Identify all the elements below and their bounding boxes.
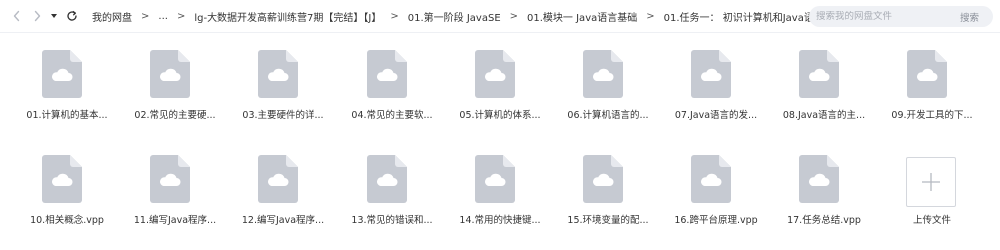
file-name: 05.计算机的体系...	[459, 110, 541, 121]
file-name: 03.主要硬件的详...	[242, 110, 324, 121]
file-item[interactable]: 14.常用的快捷键...	[450, 138, 550, 226]
breadcrumb-item-my-drive[interactable]: 我的网盘	[92, 9, 132, 24]
breadcrumb-item-module[interactable]: 01.模块一 Java语言基础	[527, 9, 637, 24]
file-name: 11.编写Java程序...	[133, 215, 217, 226]
breadcrumb-separator: >	[390, 10, 399, 22]
file-item[interactable]: 16.跨平台原理.vpp	[666, 138, 766, 226]
breadcrumb-separator: >	[646, 10, 655, 22]
cloud-file-icon	[367, 50, 407, 98]
cloud-file-icon	[42, 50, 82, 98]
file-name: 08.Java语言的主...	[782, 110, 866, 121]
cloud-file-icon	[799, 155, 839, 203]
file-name: 14.常用的快捷键...	[459, 215, 541, 226]
plus-icon	[922, 173, 940, 191]
file-item[interactable]: 13.常见的错误和...	[342, 138, 442, 226]
file-item[interactable]: 17.任务总结.vpp	[774, 138, 874, 226]
search-input[interactable]	[816, 11, 946, 22]
chevron-left-icon	[13, 10, 20, 22]
file-name: 12.编写Java程序...	[241, 215, 325, 226]
file-name: 06.计算机语言的...	[567, 110, 649, 121]
file-name: 17.任务总结.vpp	[787, 215, 861, 226]
breadcrumb-item-stage[interactable]: 01.第一阶段 JavaSE	[408, 9, 501, 24]
cloud-file-icon	[42, 155, 82, 203]
cloud-file-icon	[258, 155, 298, 203]
cloud-file-icon	[907, 50, 947, 98]
chevron-right-icon	[34, 10, 41, 22]
caret-down-icon	[51, 14, 57, 18]
search-button[interactable]: 搜索	[960, 10, 979, 24]
breadcrumb-separator: >	[176, 10, 186, 22]
cloud-file-icon	[799, 50, 839, 98]
file-grid: 01.计算机的基本... 02.常见的主要硬... 03.主要硬件的详... 04.常…	[0, 33, 1000, 250]
breadcrumb: 我的网盘 > ... > lg-大数据开发高薪训练营7期【完结】【J】 > 01…	[92, 0, 850, 33]
file-name: 02.常见的主要硬...	[134, 110, 216, 121]
cloud-file-icon	[150, 155, 190, 203]
file-item[interactable]: 03.主要硬件的详...	[233, 33, 333, 121]
breadcrumb-item-ellipsis[interactable]: ...	[158, 11, 168, 22]
cloud-file-icon	[691, 155, 731, 203]
upload-box	[906, 157, 956, 207]
breadcrumb-item-task[interactable]: 01.任务一： 初识计算机和Java语言	[664, 9, 824, 24]
file-name: 04.常见的主要软...	[351, 110, 433, 121]
cloud-file-icon	[150, 50, 190, 98]
cloud-file-icon	[583, 50, 623, 98]
file-item[interactable]: 15.环境变量的配...	[558, 138, 658, 226]
search-box: 搜索	[809, 6, 993, 27]
file-item[interactable]: 09.开发工具的下...	[882, 33, 982, 121]
file-item[interactable]: 10.相关概念.vpp	[17, 138, 117, 226]
upload-file-label: 上传文件	[912, 215, 951, 226]
cloud-file-icon	[475, 50, 515, 98]
file-item[interactable]: 07.Java语言的发...	[666, 33, 766, 121]
file-name: 16.跨平台原理.vpp	[674, 215, 758, 226]
back-button[interactable]	[8, 8, 25, 25]
file-name: 07.Java语言的发...	[674, 110, 758, 121]
file-item[interactable]: 05.计算机的体系...	[450, 33, 550, 121]
file-item[interactable]: 11.编写Java程序...	[125, 138, 225, 226]
file-item[interactable]: 02.常见的主要硬...	[125, 33, 225, 121]
breadcrumb-item-course[interactable]: lg-大数据开发高薪训练营7期【完结】【J】	[194, 9, 381, 24]
file-item[interactable]: 04.常见的主要软...	[342, 33, 442, 121]
cloud-file-icon	[691, 50, 731, 98]
breadcrumb-separator: >	[509, 10, 519, 22]
file-item[interactable]: 01.计算机的基本...	[17, 33, 117, 121]
cloud-file-icon	[367, 155, 407, 203]
cloud-file-icon	[258, 50, 298, 98]
cloud-file-icon	[583, 155, 623, 203]
file-item[interactable]: 06.计算机语言的...	[558, 33, 658, 121]
file-name: 09.开发工具的下...	[891, 110, 973, 121]
file-name: 15.环境变量的配...	[567, 215, 649, 226]
refresh-icon	[66, 10, 77, 21]
upload-file-button[interactable]: 上传文件	[882, 138, 982, 226]
file-item[interactable]: 08.Java语言的主...	[774, 33, 874, 121]
refresh-button[interactable]	[63, 8, 80, 25]
file-name: 10.相关概念.vpp	[30, 215, 104, 226]
file-item[interactable]: 12.编写Java程序...	[233, 138, 333, 226]
cloud-file-icon	[475, 155, 515, 203]
toolbar: 我的网盘 > ... > lg-大数据开发高薪训练营7期【完结】【J】 > 01…	[0, 0, 1000, 33]
breadcrumb-separator: >	[141, 10, 150, 22]
file-name: 13.常见的错误和...	[351, 215, 433, 226]
file-name: 01.计算机的基本...	[26, 110, 108, 121]
history-dropdown-button[interactable]	[48, 8, 60, 25]
forward-button[interactable]	[29, 8, 46, 25]
